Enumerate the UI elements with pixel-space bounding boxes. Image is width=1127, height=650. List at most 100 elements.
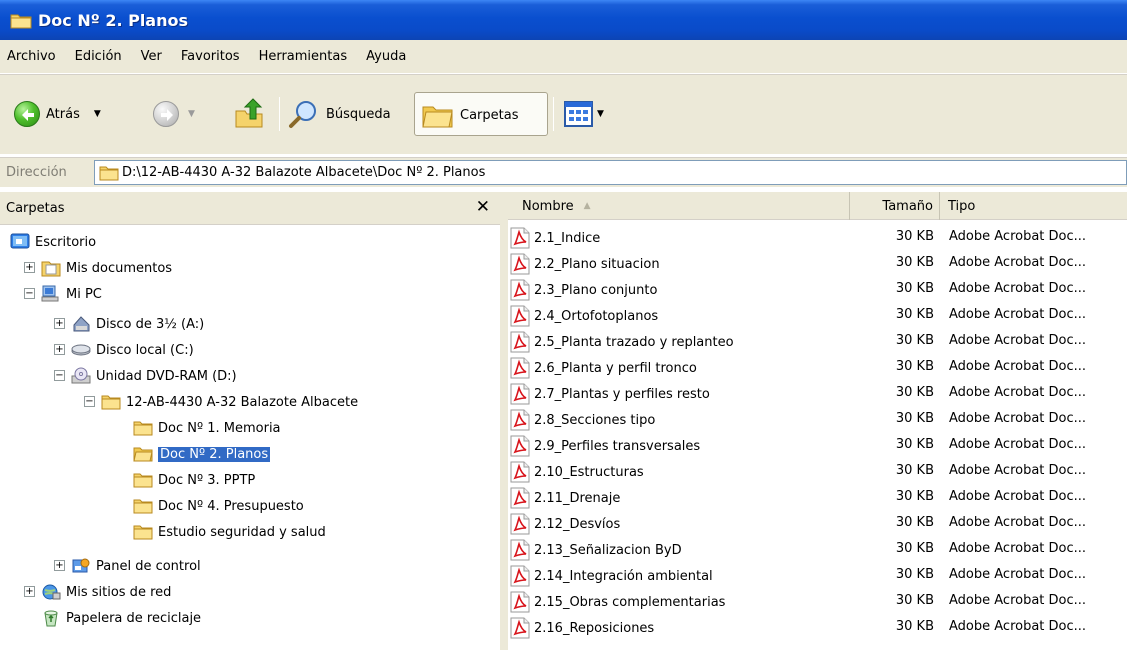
close-pane-icon[interactable]: ✕ bbox=[476, 197, 490, 217]
file-type: Adobe Acrobat Doc... bbox=[949, 541, 1087, 556]
collapse-icon[interactable]: − bbox=[24, 288, 35, 299]
tree-item-dvd-drive[interactable]: Unidad DVD-RAM (D:) bbox=[71, 363, 237, 389]
file-row[interactable]: 2.3_Plano conjunto 30 KB Adobe Acrobat Doc… bbox=[508, 276, 1127, 302]
expand-icon[interactable]: + bbox=[54, 318, 65, 329]
recycle-bin-icon bbox=[41, 609, 61, 627]
search-button[interactable]: Búsqueda bbox=[288, 99, 391, 129]
file-row[interactable]: 2.2_Plano situacion 30 KB Adobe Acrobat Do… bbox=[508, 250, 1127, 276]
expand-icon[interactable]: + bbox=[24, 262, 35, 273]
file-name: 2.9_Perfiles transversales bbox=[534, 438, 701, 454]
file-row[interactable]: 2.12_Desvíos 30 KB Adobe Acrobat Doc... bbox=[508, 510, 1127, 536]
folders-pane: Carpetas ✕ Escritorio + Mis documentos −… bbox=[0, 192, 500, 650]
title-bar[interactable]: Doc Nº 2. Planos bbox=[0, 0, 1127, 40]
pane-splitter[interactable] bbox=[500, 192, 508, 650]
tree-item-escritorio[interactable]: Escritorio bbox=[10, 229, 96, 255]
file-size: 30 KB bbox=[895, 411, 934, 426]
views-icon bbox=[564, 101, 593, 127]
file-row[interactable]: 2.14_Integración ambiental 30 KB Adobe Acr… bbox=[508, 562, 1127, 588]
file-type: Adobe Acrobat Doc... bbox=[949, 359, 1087, 374]
tree-item-control-panel[interactable]: Panel de control bbox=[71, 553, 201, 579]
menu-edicion[interactable]: Edición bbox=[75, 49, 122, 64]
column-header-type[interactable]: Tipo bbox=[940, 192, 1127, 220]
expand-icon[interactable]: + bbox=[24, 586, 35, 597]
back-dropdown-icon[interactable]: ▼ bbox=[94, 109, 101, 119]
file-row[interactable]: 2.10_Estructuras 30 KB Adobe Acrobat Doc..… bbox=[508, 458, 1127, 484]
file-type: Adobe Acrobat Doc... bbox=[949, 463, 1087, 478]
folders-icon bbox=[422, 106, 453, 128]
folders-toggle-button[interactable]: Carpetas bbox=[414, 92, 548, 136]
pdf-file-icon bbox=[508, 591, 532, 613]
file-row[interactable]: 2.1_Indice 30 KB Adobe Acrobat Doc... bbox=[508, 224, 1127, 250]
tree-item-project-folder[interactable]: 12-AB-4430 A-32 Balazote Albacete bbox=[101, 389, 358, 415]
pdf-file-icon bbox=[508, 565, 532, 587]
file-row[interactable]: 2.11_Drenaje 30 KB Adobe Acrobat Doc... bbox=[508, 484, 1127, 510]
control-panel-icon bbox=[71, 557, 91, 575]
menu-ver[interactable]: Ver bbox=[141, 49, 162, 64]
file-name: 2.11_Drenaje bbox=[534, 490, 621, 506]
column-size-label: Tamaño bbox=[882, 198, 933, 214]
expand-icon[interactable]: + bbox=[54, 344, 65, 355]
floppy-drive-icon bbox=[71, 315, 91, 333]
tree-label: Escritorio bbox=[35, 234, 97, 250]
tree-label: Mis sitios de red bbox=[66, 584, 172, 600]
file-row[interactable]: 2.9_Perfiles transversales 30 KB Adobe Acr… bbox=[508, 432, 1127, 458]
pdf-file-icon bbox=[508, 487, 532, 509]
tree-label: Papelera de reciclaje bbox=[66, 610, 202, 626]
tree-item-recycle-bin[interactable]: Papelera de reciclaje bbox=[41, 605, 201, 631]
window-title: Doc Nº 2. Planos bbox=[38, 10, 189, 30]
file-row[interactable]: 2.5_Planta trazado y replanteo 30 KB Adobe… bbox=[508, 328, 1127, 354]
file-row[interactable]: 2.13_Señalizacion ByD 30 KB Adobe Acrobat … bbox=[508, 536, 1127, 562]
up-folder-button[interactable] bbox=[233, 97, 265, 129]
tree-label: Disco de 3½ (A:) bbox=[96, 316, 205, 332]
file-name: 2.3_Plano conjunto bbox=[534, 282, 658, 298]
tree-item-local-disk[interactable]: Disco local (C:) bbox=[71, 337, 194, 363]
file-type: Adobe Acrobat Doc... bbox=[949, 307, 1087, 322]
column-name-label: Nombre bbox=[522, 198, 574, 214]
tree-item-doc-4[interactable]: Doc Nº 4. Presupuesto bbox=[133, 493, 304, 519]
tree-item-mis-documentos[interactable]: Mis documentos bbox=[41, 255, 172, 281]
collapse-icon[interactable]: − bbox=[84, 396, 95, 407]
desktop-icon bbox=[10, 233, 30, 251]
pdf-file-icon bbox=[508, 253, 532, 275]
tree-item-estudio-seguridad[interactable]: Estudio seguridad y salud bbox=[133, 519, 326, 545]
file-row[interactable]: 2.4_Ortofotoplanos 30 KB Adobe Acrobat Doc… bbox=[508, 302, 1127, 328]
menu-favoritos[interactable]: Favoritos bbox=[181, 49, 240, 64]
tree-item-doc-2[interactable]: Doc Nº 2. Planos bbox=[133, 441, 271, 467]
tree-label: Mi PC bbox=[66, 286, 102, 302]
menu-archivo[interactable]: Archivo bbox=[7, 49, 56, 64]
address-field[interactable]: D:\12-AB-4430 A-32 Balazote Albacete\Doc… bbox=[94, 160, 1127, 185]
file-type: Adobe Acrobat Doc... bbox=[949, 229, 1087, 244]
address-label: Dirección bbox=[6, 165, 67, 180]
expand-icon[interactable]: + bbox=[54, 560, 65, 571]
menu-herramientas[interactable]: Herramientas bbox=[259, 49, 348, 64]
forward-button[interactable]: ▼ bbox=[153, 101, 195, 127]
file-list-header: Nombre ▲ Tamaño Tipo bbox=[508, 192, 1127, 220]
tree-label: Unidad DVD-RAM (D:) bbox=[96, 368, 237, 384]
views-button[interactable]: ▼ bbox=[563, 99, 604, 129]
toolbar-separator bbox=[553, 97, 554, 131]
file-type: Adobe Acrobat Doc... bbox=[949, 489, 1087, 504]
tree-item-mi-pc[interactable]: Mi PC bbox=[41, 281, 102, 307]
file-size: 30 KB bbox=[895, 567, 934, 582]
file-row[interactable]: 2.15_Obras complementarias 30 KB Adobe Acr… bbox=[508, 588, 1127, 614]
column-header-name[interactable]: Nombre ▲ bbox=[508, 192, 850, 220]
file-size: 30 KB bbox=[895, 541, 934, 556]
file-type: Adobe Acrobat Doc... bbox=[949, 255, 1087, 270]
back-button[interactable]: Atrás ▼ bbox=[14, 101, 101, 127]
menu-ayuda[interactable]: Ayuda bbox=[366, 49, 406, 64]
tree-item-network[interactable]: Mis sitios de red bbox=[41, 579, 171, 605]
collapse-icon[interactable]: − bbox=[54, 370, 65, 381]
column-header-size[interactable]: Tamaño bbox=[850, 192, 940, 220]
pdf-file-icon bbox=[508, 617, 532, 639]
pdf-file-icon bbox=[508, 279, 532, 301]
tree-item-floppy[interactable]: Disco de 3½ (A:) bbox=[71, 311, 204, 337]
file-row[interactable]: 2.7_Plantas y perfiles resto 30 KB Adobe A… bbox=[508, 380, 1127, 406]
toolbar-separator bbox=[279, 97, 280, 131]
file-row[interactable]: 2.6_Planta y perfil tronco 30 KB Adobe Acr… bbox=[508, 354, 1127, 380]
tree-item-doc-3[interactable]: Doc Nº 3. PPTP bbox=[133, 467, 255, 493]
tree-item-doc-1[interactable]: Doc Nº 1. Memoria bbox=[133, 415, 281, 441]
file-row[interactable]: 2.8_Secciones tipo 30 KB Adobe Acrobat Doc… bbox=[508, 406, 1127, 432]
network-places-icon bbox=[41, 583, 61, 601]
file-row[interactable]: 2.16_Reposiciones 30 KB Adobe Acrobat Doc.… bbox=[508, 614, 1127, 640]
forward-dropdown-icon[interactable]: ▼ bbox=[188, 109, 195, 119]
